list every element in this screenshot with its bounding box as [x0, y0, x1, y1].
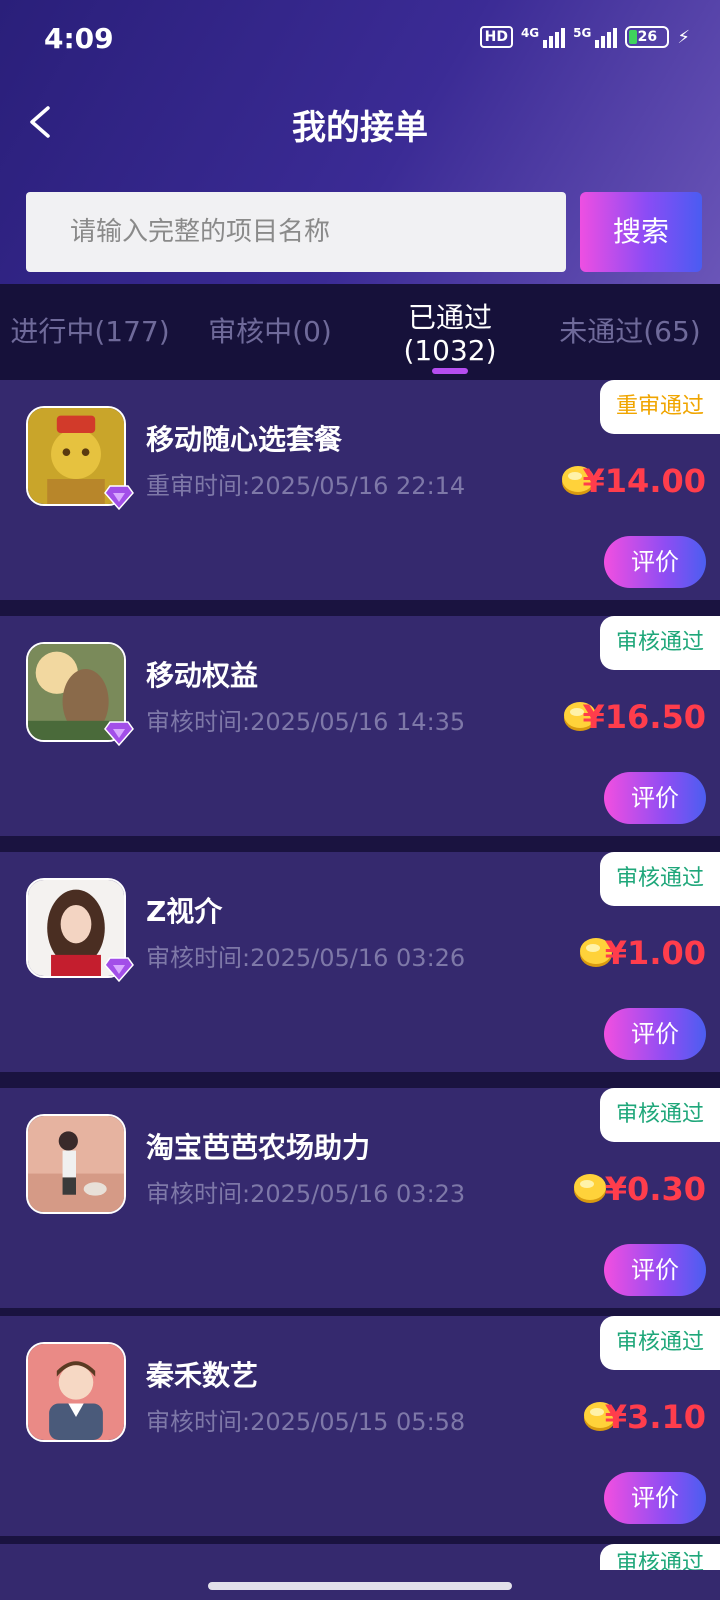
tab-label: 进行中(177) [10, 315, 170, 348]
network-5g-label: 5G [573, 26, 592, 40]
order-time: 审核时间:2025/05/16 03:23 [146, 1180, 466, 1208]
coin-icon [572, 1172, 608, 1204]
tab-label: 审核中(0) [208, 315, 332, 348]
search-bar: 搜索 [26, 192, 702, 272]
battery-icon: 26 [625, 26, 670, 48]
tab-rejected[interactable]: 未通过(65) [550, 284, 710, 380]
order-price: ¥14.00 [582, 462, 706, 500]
order-card[interactable]: 移动权益 审核时间:2025/05/16 14:35 审核通过 ¥16.50 评… [0, 616, 720, 836]
tab-label: 未通过(65) [559, 315, 701, 348]
evaluate-button[interactable]: 评价 [604, 1008, 706, 1060]
status-badge: 审核通过 [600, 1088, 720, 1142]
order-name: 淘宝芭芭农场助力 [146, 1131, 371, 1164]
app-header: 我的接单 [0, 90, 720, 154]
tab-approved[interactable]: 已通过 (1032) [370, 284, 530, 380]
status-tabs: 进行中(177) 审核中(0) 已通过 (1032) 未通过(65) [0, 284, 720, 380]
status-badge: 审核通过 [600, 1316, 720, 1370]
order-card[interactable]: Z视介 审核时间:2025/05/16 03:26 审核通过 ¥1.00 评价 [0, 852, 720, 1072]
active-tab-indicator [432, 368, 468, 374]
status-icons: HD 4G 5G 26 ⚡ [479, 26, 690, 48]
search-input[interactable] [26, 192, 566, 272]
order-price: ¥1.00 [604, 934, 706, 972]
network-4g-label: 4G [520, 26, 540, 40]
charging-icon: ⚡ [677, 26, 690, 48]
order-time: 重审时间:2025/05/16 22:14 [146, 472, 466, 500]
evaluate-button[interactable]: 评价 [604, 536, 706, 588]
evaluate-button[interactable]: 评价 [604, 772, 706, 824]
status-badge: 审核通过 [600, 616, 720, 670]
search-button[interactable]: 搜索 [580, 192, 702, 272]
order-time: 审核时间:2025/05/16 03:26 [146, 944, 466, 972]
order-card[interactable]: 淘宝芭芭农场助力 审核时间:2025/05/16 03:23 审核通过 ¥0.3… [0, 1088, 720, 1308]
vip-diamond-icon [104, 720, 134, 747]
order-time: 审核时间:2025/05/16 14:35 [146, 708, 466, 736]
tab-in-progress[interactable]: 进行中(177) [10, 284, 170, 380]
order-price: ¥16.50 [582, 698, 706, 736]
status-badge: 审核通过 [600, 1544, 720, 1570]
evaluate-button[interactable]: 评价 [604, 1472, 706, 1524]
signal-icon [543, 26, 566, 48]
order-card[interactable]: 秦禾数艺 审核时间:2025/05/15 05:58 审核通过 ¥3.10 评价 [0, 1316, 720, 1536]
hd-icon: HD [479, 26, 513, 48]
tab-count: (1032) [403, 334, 497, 367]
order-card-partial[interactable]: 审核通过 [0, 1544, 720, 1600]
order-name: 移动权益 [146, 659, 259, 692]
tab-label: 已通过 [407, 301, 492, 334]
order-name: 秦禾数艺 [146, 1359, 259, 1392]
order-price: ¥0.30 [604, 1170, 706, 1208]
signal-icon [595, 26, 618, 48]
avatar [26, 1114, 126, 1214]
order-price: ¥3.10 [604, 1398, 706, 1436]
order-time: 审核时间:2025/05/15 05:58 [146, 1408, 466, 1436]
tab-under-review[interactable]: 审核中(0) [190, 284, 350, 380]
status-badge: 重审通过 [600, 380, 720, 434]
evaluate-button[interactable]: 评价 [604, 1244, 706, 1296]
order-name: 移动随心选套餐 [146, 423, 343, 456]
avatar [26, 1342, 126, 1442]
home-indicator[interactable] [208, 1582, 512, 1590]
vip-diamond-icon [104, 956, 134, 983]
vip-diamond-icon [104, 484, 134, 511]
page-title: 我的接单 [292, 108, 428, 148]
status-time: 4:09 [44, 22, 114, 55]
status-badge: 审核通过 [600, 852, 720, 906]
order-card[interactable]: 移动随心选套餐 重审时间:2025/05/16 22:14 重审通过 ¥14.0… [0, 380, 720, 600]
order-name: Z视介 [146, 895, 223, 928]
status-bar: 4:09 HD 4G 5G 26 ⚡ [0, 18, 720, 58]
